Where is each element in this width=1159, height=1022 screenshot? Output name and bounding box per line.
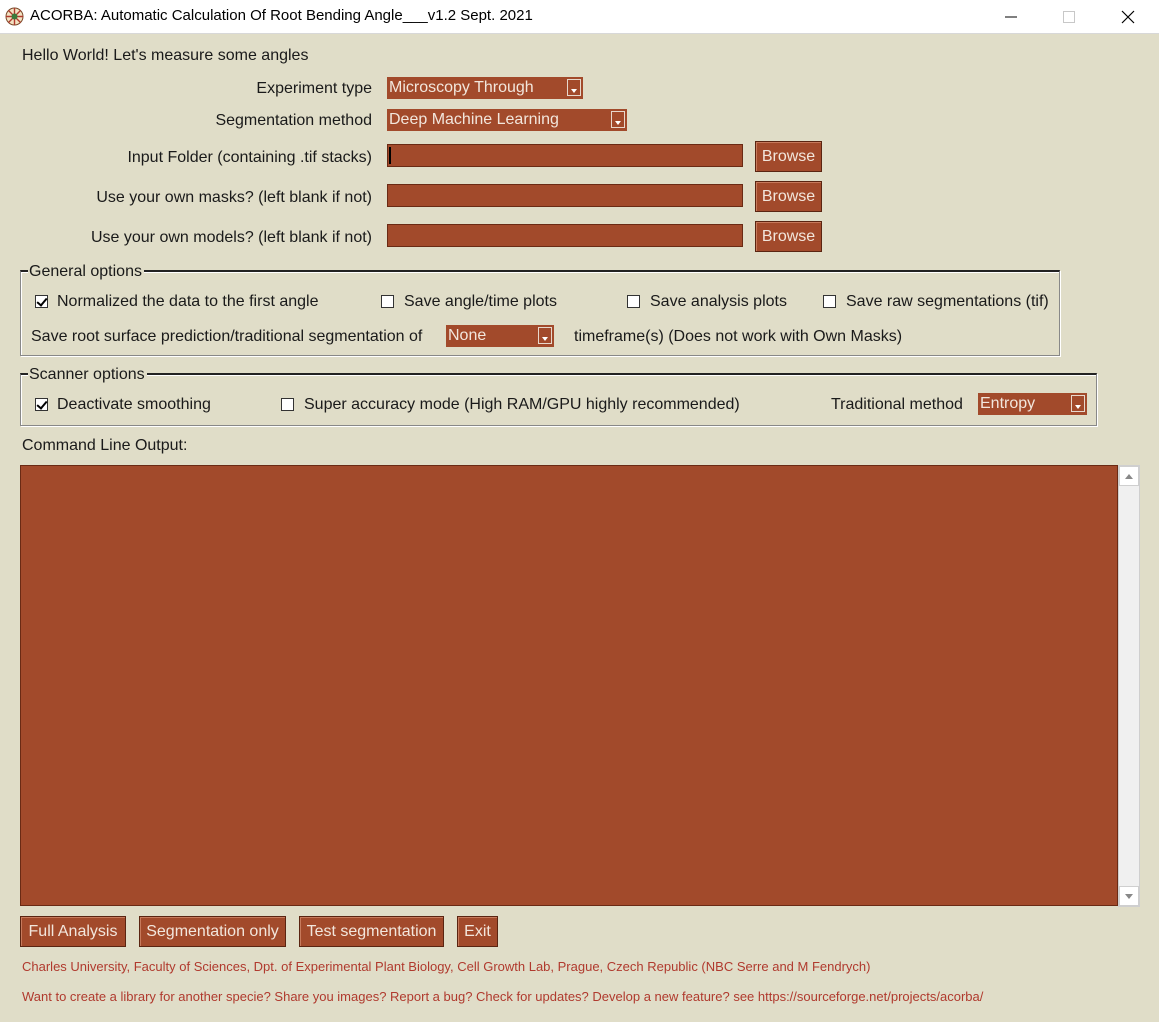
traditional-method-label: Traditional method (831, 396, 963, 413)
traditional-method-dropdown[interactable]: Entropy (978, 393, 1087, 415)
super-accuracy-label: Super accuracy mode (High RAM/GPU highly… (304, 396, 740, 413)
chevron-down-icon (611, 111, 625, 128)
maximize-icon (1063, 11, 1075, 23)
normalize-checkbox[interactable] (35, 295, 48, 308)
experiment-type-value: Microscopy Through (389, 79, 534, 96)
close-icon (1121, 10, 1135, 24)
save-analysis-label: Save analysis plots (650, 293, 787, 310)
experiment-type-dropdown[interactable]: Microscopy Through (387, 77, 583, 99)
segmentation-method-value: Deep Machine Learning (389, 111, 559, 128)
minimize-button[interactable] (982, 0, 1040, 33)
title-bar: ACORBA: Automatic Calculation Of Root Be… (0, 0, 1159, 34)
timeframe-note: timeframe(s) (Does not work with Own Mas… (574, 328, 903, 345)
scroll-up-icon[interactable] (1119, 466, 1139, 486)
close-button[interactable] (1099, 0, 1157, 33)
test-segmentation-button[interactable]: Test segmentation (299, 916, 444, 947)
exit-button[interactable]: Exit (457, 916, 498, 947)
experiment-type-label: Experiment type (256, 80, 372, 97)
segmentation-method-label: Segmentation method (215, 112, 372, 129)
save-surface-label: Save root surface prediction/traditional… (31, 328, 423, 345)
info-text: Want to create a library for another spe… (22, 989, 984, 1004)
save-surface-value: None (448, 327, 487, 344)
browse-masks-button[interactable]: Browse (755, 181, 822, 212)
full-analysis-button[interactable]: Full Analysis (20, 916, 126, 947)
input-folder-field[interactable] (387, 144, 743, 167)
own-models-label: Use your own models? (left blank if not) (90, 229, 372, 246)
save-raw-checkbox[interactable] (823, 295, 836, 308)
deactivate-smoothing-checkbox[interactable] (35, 398, 48, 411)
minimize-icon (1005, 16, 1017, 18)
save-raw-label: Save raw segmentations (tif) (846, 293, 1049, 310)
segmentation-method-dropdown[interactable]: Deep Machine Learning (387, 109, 627, 131)
normalize-label: Normalized the data to the first angle (57, 293, 319, 310)
own-masks-label: Use your own masks? (left blank if not) (96, 189, 372, 206)
browse-models-button[interactable]: Browse (755, 221, 822, 252)
window-title: ACORBA: Automatic Calculation Of Root Be… (30, 7, 533, 24)
chevron-down-icon (567, 79, 581, 96)
command-output-label: Command Line Output: (22, 437, 188, 454)
credits-text: Charles University, Faculty of Sciences,… (22, 959, 871, 974)
input-folder-label: Input Folder (containing .tif stacks) (127, 149, 372, 166)
own-masks-field[interactable] (387, 184, 743, 207)
save-angle-time-checkbox[interactable] (381, 295, 394, 308)
traditional-method-value: Entropy (980, 395, 1036, 412)
own-models-field[interactable] (387, 224, 743, 247)
save-surface-dropdown[interactable]: None (446, 325, 554, 347)
console-scrollbar[interactable] (1118, 465, 1140, 907)
general-options-title: General options (28, 263, 144, 281)
super-accuracy-checkbox[interactable] (281, 398, 294, 411)
text-cursor (389, 147, 391, 164)
segmentation-only-button[interactable]: Segmentation only (139, 916, 286, 947)
scanner-options-title: Scanner options (28, 366, 147, 384)
deactivate-smoothing-label: Deactivate smoothing (57, 396, 211, 413)
chevron-down-icon (538, 327, 552, 344)
command-output-console[interactable] (20, 465, 1118, 906)
maximize-button[interactable] (1040, 0, 1098, 33)
save-analysis-checkbox[interactable] (627, 295, 640, 308)
acorba-app-icon (5, 7, 24, 26)
greeting-text: Hello World! Let's measure some angles (22, 47, 309, 64)
save-angle-time-label: Save angle/time plots (404, 293, 557, 310)
chevron-down-icon (1071, 395, 1085, 412)
browse-input-folder-button[interactable]: Browse (755, 141, 822, 172)
scroll-down-icon[interactable] (1119, 886, 1139, 906)
